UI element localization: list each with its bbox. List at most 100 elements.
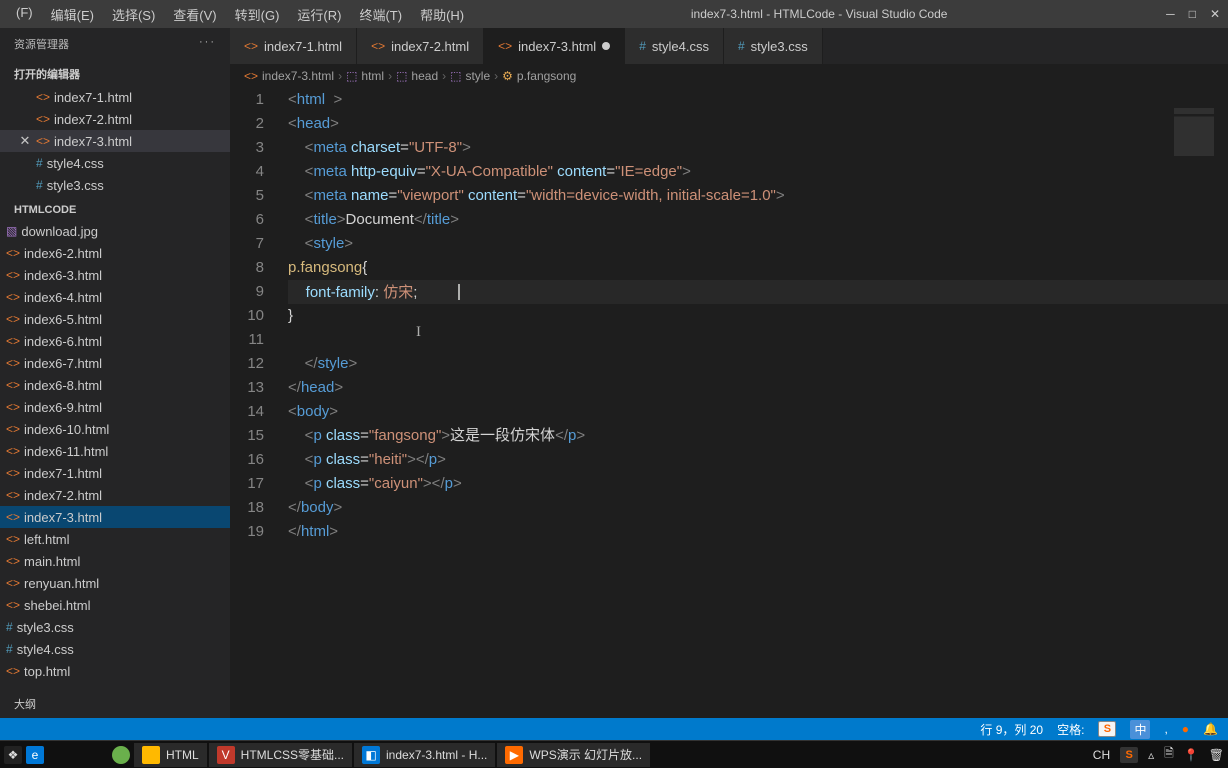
taskbar-start-icon[interactable]: ❖ [4,746,22,764]
file-tree-item[interactable]: <> index6-3.html [0,264,230,286]
code-line[interactable] [288,328,1228,352]
code-line[interactable]: <meta http-equiv="X-UA-Compatible" conte… [288,160,1228,184]
taskbar-ime[interactable]: CH [1093,748,1110,762]
menu-terminal[interactable]: 终端(T) [351,1,410,28]
file-tree-item[interactable]: # style3.css [0,616,230,638]
file-tree-item[interactable]: <> main.html [0,550,230,572]
open-editor-item[interactable]: <> index7-2.html [0,108,230,130]
close-icon[interactable]: ✕ [18,133,32,149]
open-editor-item[interactable]: ✕ <> index7-3.html [0,130,230,152]
open-editor-item[interactable]: # style4.css [0,152,230,174]
code-line[interactable]: <meta name="viewport" content="width=dev… [288,184,1228,208]
file-tree-item[interactable]: <> index6-8.html [0,374,230,396]
code-line[interactable]: <title>Document</title> [288,208,1228,232]
file-tree-item[interactable]: <> shebei.html [0,594,230,616]
code-line[interactable]: p.fangsong{ [288,256,1228,280]
code-line[interactable]: <body> [288,400,1228,424]
taskbar-app-icon[interactable] [112,746,130,764]
menu-select[interactable]: 选择(S) [104,1,163,28]
menu-edit[interactable]: 编辑(E) [43,1,102,28]
breadcrumb-item[interactable]: ⬚html [346,69,384,83]
open-editor-item[interactable]: <> index7-1.html [0,86,230,108]
menu-run[interactable]: 运行(R) [289,1,349,28]
editor-tab[interactable]: #style3.css [724,28,823,64]
menu-help[interactable]: 帮助(H) [412,1,472,28]
file-tree-item[interactable]: <> index6-4.html [0,286,230,308]
taskbar-item[interactable]: V HTMLCSS零基础... [209,743,352,767]
html-icon: <> [6,554,20,568]
html-icon: <> [6,268,20,282]
line-number: 1 [230,88,264,112]
menu-file[interactable]: (F) [8,1,41,28]
code-line[interactable]: <head> [288,112,1228,136]
taskbar-item[interactable]: HTML [134,743,207,767]
file-tree-item[interactable]: <> index6-2.html [0,242,230,264]
file-tree-item[interactable]: <> left.html [0,528,230,550]
outline-title[interactable]: 大纲 [0,692,230,716]
breadcrumb-item[interactable]: ⚙p.fangsong [502,69,576,83]
editor-tab[interactable]: <>index7-3.html [484,28,625,64]
file-tree-item[interactable]: ▧ download.jpg [0,220,230,242]
cursor-position[interactable]: 行 9，列 20 [980,721,1043,738]
maximize-button[interactable]: □ [1189,7,1196,21]
code-content[interactable]: <html ><head> <meta charset="UTF-8"> <me… [288,88,1228,718]
code-line[interactable]: </body> [288,496,1228,520]
spaces-indicator[interactable]: 空格: [1057,721,1084,738]
file-tree-item[interactable]: <> index7-1.html [0,462,230,484]
code-line[interactable]: <style> [288,232,1228,256]
ime-punct-badge[interactable]: , [1164,722,1167,736]
minimap[interactable] [1174,108,1214,168]
editor-tab[interactable]: <>index7-1.html [230,28,357,64]
open-editors-title[interactable]: 打开的编辑器 [0,62,230,86]
breadcrumb-item[interactable]: ⬚head [396,69,438,83]
file-tree-item[interactable]: # style4.css [0,638,230,660]
code-line[interactable]: </head> [288,376,1228,400]
code-line[interactable]: font-family: 仿宋; [288,280,1228,304]
taskbar-pin-icon[interactable]: 📍 [1184,748,1199,762]
file-tree-item[interactable]: <> index6-6.html [0,330,230,352]
taskbar-trash-icon[interactable]: 🗑 [1209,748,1224,762]
taskbar-edge-icon[interactable]: e [26,746,44,764]
close-button[interactable]: ✕ [1210,7,1220,21]
file-tree-item[interactable]: <> renyuan.html [0,572,230,594]
code-line[interactable]: <p class="fangsong">这是一段仿宋体</p> [288,424,1228,448]
file-tree-item[interactable]: <> top.html [0,660,230,682]
html-icon: <> [36,134,50,148]
taskbar-tray-icon[interactable]: ▵ [1148,748,1154,762]
breadcrumb-item[interactable]: <>index7-3.html [244,69,334,83]
file-name: index6-9.html [24,400,102,415]
file-tree-item[interactable]: <> index6-11.html [0,440,230,462]
code-line[interactable]: </style> [288,352,1228,376]
taskbar-sogou-icon[interactable]: S [1120,747,1138,763]
open-editor-item[interactable]: # style3.css [0,174,230,196]
code-line[interactable]: } [288,304,1228,328]
taskbar-item[interactable]: ▶ WPS演示 幻灯片放... [497,743,650,767]
code-line[interactable]: </html> [288,520,1228,544]
taskbar-battery-icon[interactable]: 🗎 [1164,744,1174,765]
menu-goto[interactable]: 转到(G) [227,1,288,28]
file-tree-item[interactable]: <> index6-9.html [0,396,230,418]
file-tree-item[interactable]: <> index6-7.html [0,352,230,374]
sogou-ime-icon[interactable]: S [1098,721,1116,737]
explorer-more-icon[interactable]: ··· [199,36,216,52]
file-tree-item[interactable]: <> index7-2.html [0,484,230,506]
editor-tab[interactable]: #style4.css [625,28,724,64]
project-title[interactable]: HTMLCODE [0,200,230,220]
minimize-button[interactable]: ─ [1166,7,1175,21]
breadcrumb-item[interactable]: ⬚style [450,69,490,83]
ime-lang-badge[interactable]: 中 [1130,720,1150,739]
notification-icon[interactable]: 🔔 [1203,722,1218,736]
code-line[interactable]: <p class="caiyun"></p> [288,472,1228,496]
editor-tab[interactable]: <>index7-2.html [357,28,484,64]
code-line[interactable]: <meta charset="UTF-8"> [288,136,1228,160]
menu-view[interactable]: 查看(V) [165,1,224,28]
file-tree-item[interactable]: <> index7-3.html [0,506,230,528]
file-tree-item[interactable]: <> index6-5.html [0,308,230,330]
taskbar-item[interactable]: ◧ index7-3.html - H... [354,743,495,767]
file-tree-item[interactable]: <> index6-10.html [0,418,230,440]
code-editor[interactable]: 12345678910111213141516171819 <html ><he… [230,88,1228,718]
html-icon: <> [6,246,20,260]
code-line[interactable]: <p class="heiti"></p> [288,448,1228,472]
code-line[interactable]: <html > [288,88,1228,112]
ime-record-icon[interactable]: ● [1182,722,1189,736]
